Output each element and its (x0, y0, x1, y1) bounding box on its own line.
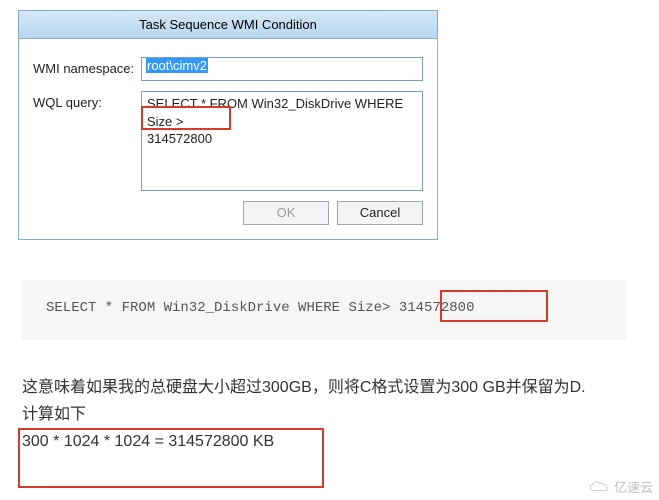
namespace-label: WMI namespace: (33, 57, 141, 76)
ok-button[interactable]: OK (243, 201, 329, 225)
wmi-condition-dialog: Task Sequence WMI Condition WMI namespac… (18, 10, 438, 240)
dialog-body: WMI namespace: root\cimv2 WQL query: SEL… (19, 39, 437, 239)
watermark: 亿速云 (588, 477, 653, 496)
query-line-1: SELECT * FROM Win32_DiskDrive WHERE Size… (147, 96, 403, 129)
query-line-2: 314572800 (147, 131, 212, 146)
ok-button-label: OK (277, 205, 296, 220)
dialog-title: Task Sequence WMI Condition (139, 17, 317, 32)
namespace-input[interactable]: root\cimv2 (141, 57, 423, 81)
query-row: WQL query: SELECT * FROM Win32_DiskDrive… (33, 91, 423, 191)
dialog-titlebar: Task Sequence WMI Condition (19, 11, 437, 39)
watermark-text: 亿速云 (614, 477, 653, 496)
article-line-2: 计算如下 (22, 401, 626, 428)
namespace-value: root\cimv2 (146, 58, 208, 73)
button-row: OK Cancel (33, 201, 423, 225)
cloud-icon (588, 480, 610, 494)
article-line-3: 300 * 1024 * 1024 = 314572800 KB (22, 428, 626, 455)
query-label: WQL query: (33, 91, 141, 110)
namespace-row: WMI namespace: root\cimv2 (33, 57, 423, 81)
article-text: 这意味着如果我的总硬盘大小超过300GB，则将C格式设置为300 GB并保留为D… (22, 374, 626, 456)
cancel-button-label: Cancel (360, 205, 400, 220)
query-textarea[interactable]: SELECT * FROM Win32_DiskDrive WHERE Size… (141, 91, 423, 191)
article-line-1: 这意味着如果我的总硬盘大小超过300GB，则将C格式设置为300 GB并保留为D… (22, 374, 626, 401)
sql-code-block: SELECT * FROM Win32_DiskDrive WHERE Size… (22, 280, 626, 340)
cancel-button[interactable]: Cancel (337, 201, 423, 225)
sql-code-text: SELECT * FROM Win32_DiskDrive WHERE Size… (46, 300, 474, 316)
